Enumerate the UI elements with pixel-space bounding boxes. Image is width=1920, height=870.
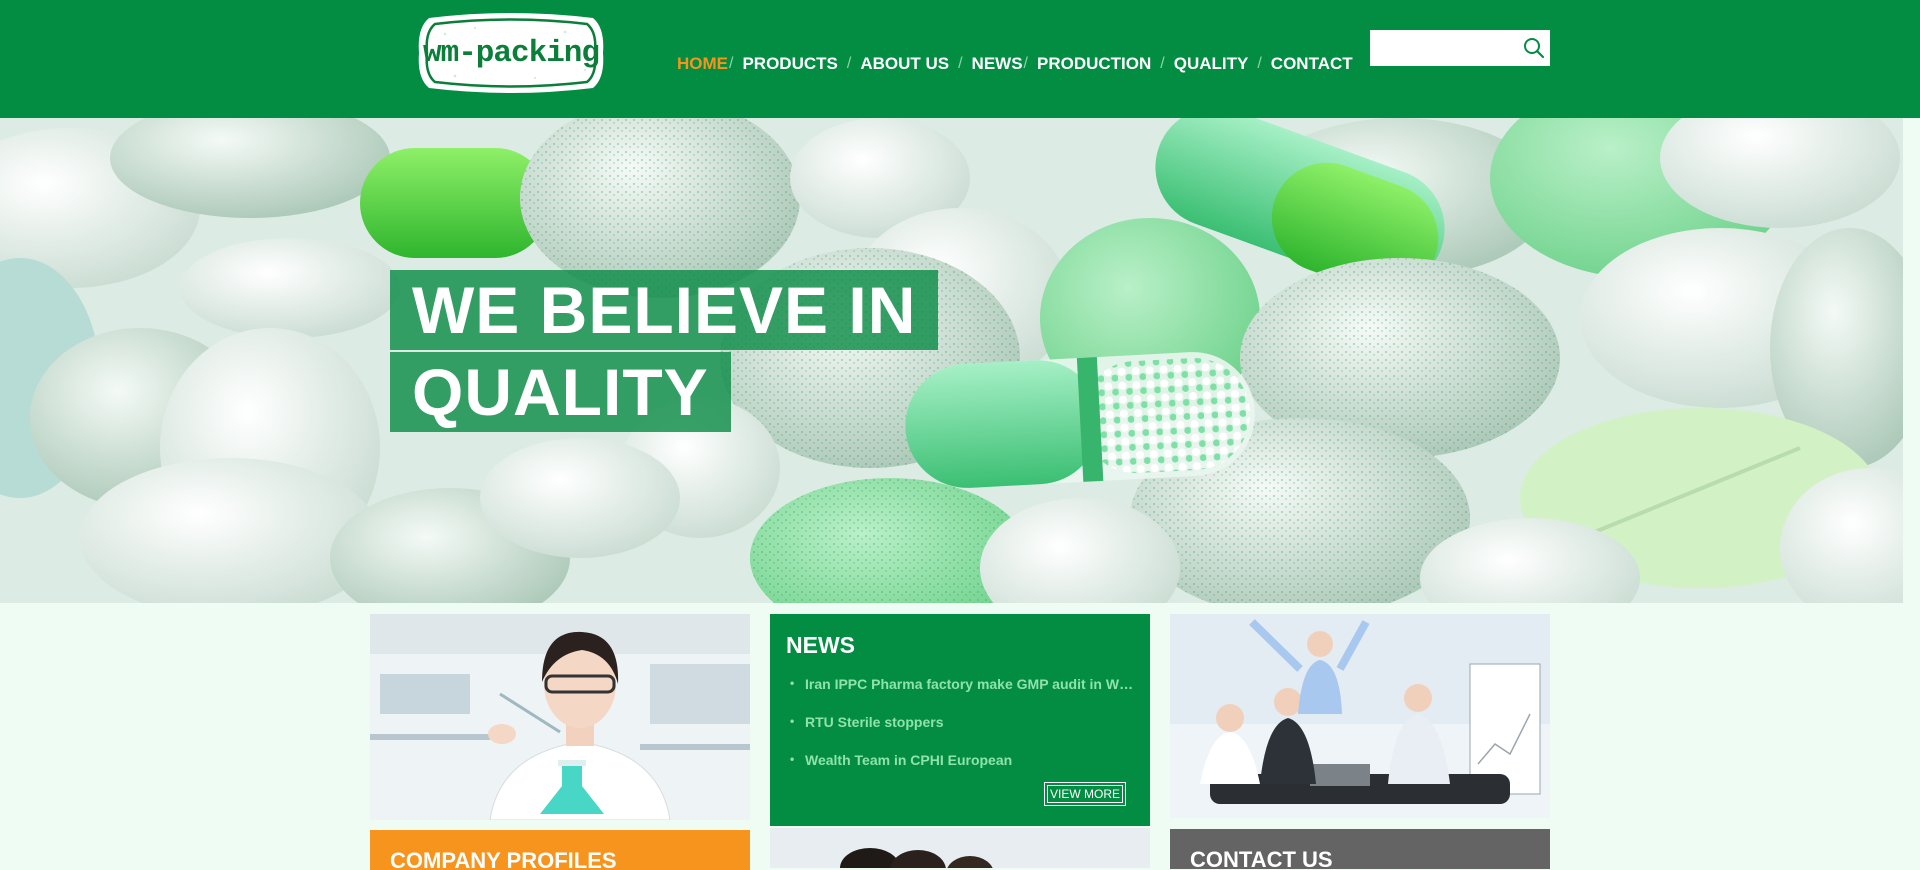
nav-separator: / (729, 55, 734, 72)
news-panel: NEWS Iran IPPC Pharma factory make GMP a… (770, 614, 1150, 826)
search-input[interactable] (1370, 30, 1526, 66)
search-icon (1524, 38, 1545, 59)
search-box (1370, 30, 1550, 66)
nav-contact[interactable]: CONTACT (1271, 54, 1353, 74)
news-title: NEWS (786, 632, 855, 658)
nav-separator: / (846, 55, 852, 72)
scientist-photo (370, 614, 750, 820)
nav-about-us[interactable]: ABOUT US (860, 54, 949, 74)
search-button[interactable] (1520, 34, 1548, 62)
company-profiles-heading: COMPANY PROFILES (390, 848, 617, 870)
hero-headline-line2: QUALITY (390, 352, 731, 432)
nav-separator: / (958, 55, 963, 72)
nav-home[interactable]: HOME (677, 54, 728, 74)
pills-image (0, 118, 1903, 603)
view-more-button[interactable]: VIEW MORE (1044, 782, 1126, 806)
nav-news[interactable]: NEWS (972, 54, 1023, 74)
contact-us-section[interactable]: CONTACT US (1170, 829, 1550, 869)
main-nav: HOME / PRODUCTS / ABOUT US / NEWS / PROD… (677, 53, 1353, 75)
hero-headline-line1: WE BELIEVE IN (390, 270, 939, 350)
company-profiles-section[interactable]: COMPANY PROFILES (370, 830, 750, 870)
team-image[interactable] (1170, 614, 1550, 818)
middle-image[interactable] (770, 828, 1150, 868)
lab-image[interactable] (370, 614, 750, 820)
news-item[interactable]: Iran IPPC Pharma factory make GMP audit … (790, 676, 1135, 714)
news-item[interactable]: RTU Sterile stoppers (790, 714, 1135, 752)
contact-us-heading: CONTACT US (1190, 847, 1333, 869)
people-photo (770, 828, 1150, 868)
nav-production[interactable]: PRODUCTION (1037, 54, 1151, 74)
business-team-photo (1170, 614, 1550, 818)
news-list: Iran IPPC Pharma factory make GMP audit … (790, 676, 1135, 790)
nav-quality[interactable]: QUALITY (1174, 54, 1249, 74)
nav-separator: / (1023, 55, 1028, 72)
hero-banner: WE BELIEVE IN QUALITY (0, 118, 1903, 603)
nav-separator: / (1257, 55, 1262, 72)
logo[interactable]: wm-packing (415, 12, 607, 94)
logo-text: wm-packing (422, 35, 600, 71)
nav-products[interactable]: PRODUCTS (742, 54, 837, 74)
nav-separator: / (1160, 55, 1165, 72)
site-header: wm-packing HOME / PRODUCTS / ABOUT US / … (0, 0, 1920, 118)
